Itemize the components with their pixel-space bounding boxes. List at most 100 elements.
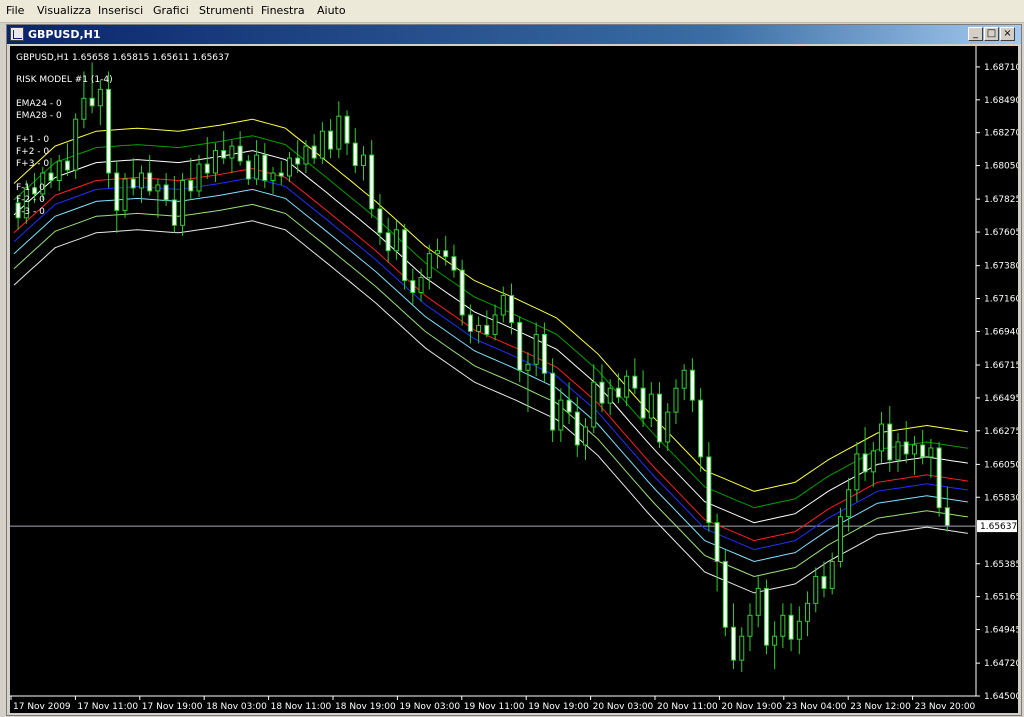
candle-body <box>204 163 210 174</box>
y-tick-label: 1.66050 <box>984 460 1018 470</box>
candle-body <box>829 561 835 589</box>
window-title: GBPUSD,H1 <box>28 28 101 41</box>
menu-file[interactable]: File <box>6 4 24 17</box>
candle-body <box>147 172 153 192</box>
candle-body <box>303 145 309 165</box>
candle-body <box>911 444 917 455</box>
minimize-button[interactable]: _ <box>968 27 983 41</box>
y-tick-label: 1.64500 <box>984 692 1018 702</box>
candle-body <box>895 441 901 461</box>
candle-body <box>698 399 704 458</box>
candle-body <box>262 154 268 181</box>
x-tick-label: 20 Nov 19:00 <box>721 702 782 712</box>
candle-body <box>476 324 482 332</box>
candle-body <box>714 522 720 563</box>
candle-body <box>763 587 769 646</box>
y-tick-label: 1.67605 <box>984 228 1018 238</box>
candle-body <box>402 229 408 282</box>
candle-body <box>270 172 276 181</box>
candle-body <box>369 154 375 210</box>
candle-body <box>138 172 144 189</box>
band-ema24 <box>13 167 968 542</box>
candle-body <box>640 387 646 419</box>
f-plus-2-label: F+2 - 0 <box>16 147 49 157</box>
candle-body <box>805 602 811 622</box>
candle-body <box>747 614 753 637</box>
candle-body <box>574 411 580 446</box>
candle-body <box>352 142 358 167</box>
candle-body <box>583 426 589 446</box>
candle-body <box>706 456 712 524</box>
candle-body <box>681 369 687 389</box>
candle-body <box>648 393 654 419</box>
price-chart[interactable]: 1.68710 1.68490 1.68270 1.68050 1.67825 1.676… <box>10 46 1018 713</box>
candle-body <box>393 229 399 252</box>
menu-grafici[interactable]: Grafici <box>153 4 189 17</box>
candle-body <box>879 423 885 452</box>
candle-body <box>739 635 745 661</box>
candle-body <box>854 453 860 491</box>
candle-body <box>64 160 70 171</box>
candle-body <box>89 97 95 107</box>
x-tick-label: 18 Nov 19:00 <box>335 702 396 712</box>
candles <box>15 62 950 673</box>
close-button[interactable]: × <box>1000 27 1015 41</box>
candle-body <box>196 163 202 192</box>
y-tick-label: 1.65830 <box>984 493 1018 503</box>
candle-body <box>180 179 186 226</box>
menu-bar: File Visualizza Inserisci Grafici Strume… <box>0 0 1024 23</box>
menu-visualizza[interactable]: Visualizza <box>37 4 91 17</box>
candle-body <box>360 154 366 167</box>
chart-frame <box>10 46 977 697</box>
f-minus-1-label: F-1 - 0 <box>16 183 45 193</box>
candle-body <box>229 145 235 159</box>
candle-body <box>328 130 334 150</box>
f-minus-2-label: F-2 - 0 <box>16 195 45 205</box>
candle-body <box>484 324 490 335</box>
candle-body <box>254 154 260 180</box>
y-tick-label: 1.65165 <box>984 593 1018 603</box>
menu-strumenti[interactable]: Strumenti <box>199 4 254 17</box>
candle-body <box>920 444 926 458</box>
candle-body <box>434 250 440 255</box>
band-fplusminus-3 <box>13 118 968 492</box>
candle-body <box>657 393 663 443</box>
candle-body <box>772 635 778 646</box>
y-tick-label: 1.66495 <box>984 394 1018 404</box>
candle-body <box>97 88 103 107</box>
candle-body <box>221 150 227 159</box>
band-fplusminus-2 <box>13 135 968 509</box>
band-fminus-1 <box>13 188 968 563</box>
maximize-button[interactable]: □ <box>984 27 999 41</box>
candle-body <box>500 295 506 316</box>
candle-body <box>566 399 572 413</box>
candle-body <box>122 178 128 211</box>
window-titlebar[interactable]: GBPUSD,H1 _ □ × <box>7 25 1021 44</box>
candle-body <box>295 157 301 165</box>
candle-body <box>418 277 424 294</box>
candle-body <box>689 369 695 401</box>
y-tick-label: 1.64720 <box>984 659 1018 669</box>
model-label: RISK MODEL #1 (1-4) <box>16 75 113 85</box>
candle-body <box>533 333 539 365</box>
menu-inserisci[interactable]: Inserisci <box>98 4 143 17</box>
symbol-line: GBPUSD,H1 1.65658 1.65815 1.65611 1.6563… <box>16 53 229 63</box>
f-minus-3-label: F-3 - 0 <box>16 207 45 217</box>
candle-body <box>541 333 547 374</box>
candle-body <box>163 184 169 201</box>
candle-body <box>81 97 87 120</box>
candle-body <box>599 381 605 404</box>
chart-area[interactable]: 1.68710 1.68490 1.68270 1.68050 1.67825 1.676… <box>10 46 1018 713</box>
ema24-label: EMA24 - 0 <box>16 99 62 109</box>
candle-body <box>106 88 112 174</box>
candle-body <box>846 489 852 518</box>
y-tick-label: 1.66940 <box>984 327 1018 337</box>
band-fminus-3 <box>13 220 968 594</box>
menu-aiuto[interactable]: Aiuto <box>317 4 346 17</box>
menu-finestra[interactable]: Finestra <box>261 4 305 17</box>
x-tick-label: 17 Nov 2009 <box>13 702 71 712</box>
y-tick-label: 1.68050 <box>984 162 1018 172</box>
f-plus-3-label: F+3 - 0 <box>16 159 49 169</box>
candle-body <box>821 575 827 589</box>
candle-body <box>550 372 556 431</box>
